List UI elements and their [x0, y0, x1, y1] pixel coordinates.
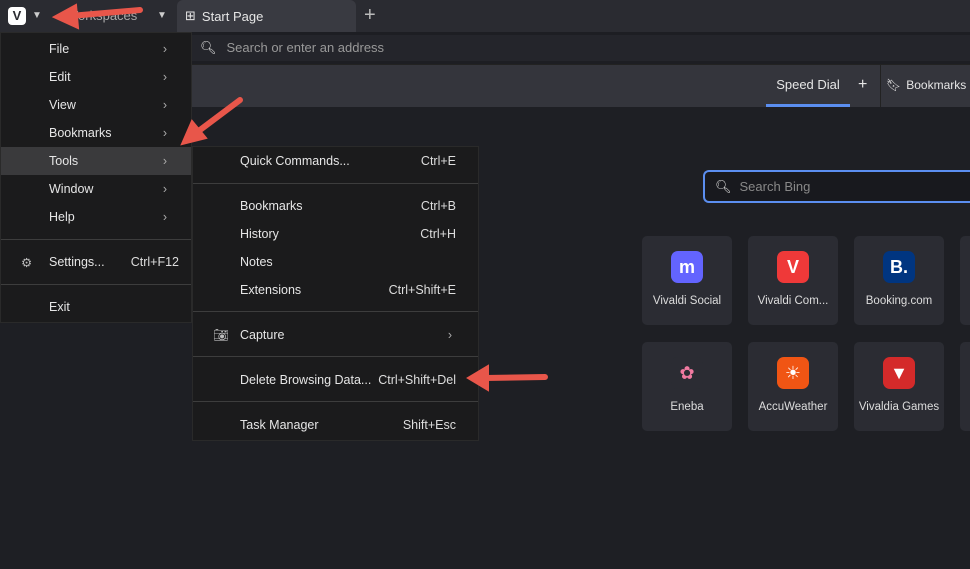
- annotation-arrow: [193, 97, 243, 136]
- annotation-arrow: [482, 374, 548, 381]
- arrow-head: [466, 364, 489, 392]
- arrow-head: [180, 119, 208, 146]
- annotation-arrow: [67, 7, 143, 19]
- arrow-head: [51, 3, 80, 30]
- annotation-arrows: [51, 3, 548, 392]
